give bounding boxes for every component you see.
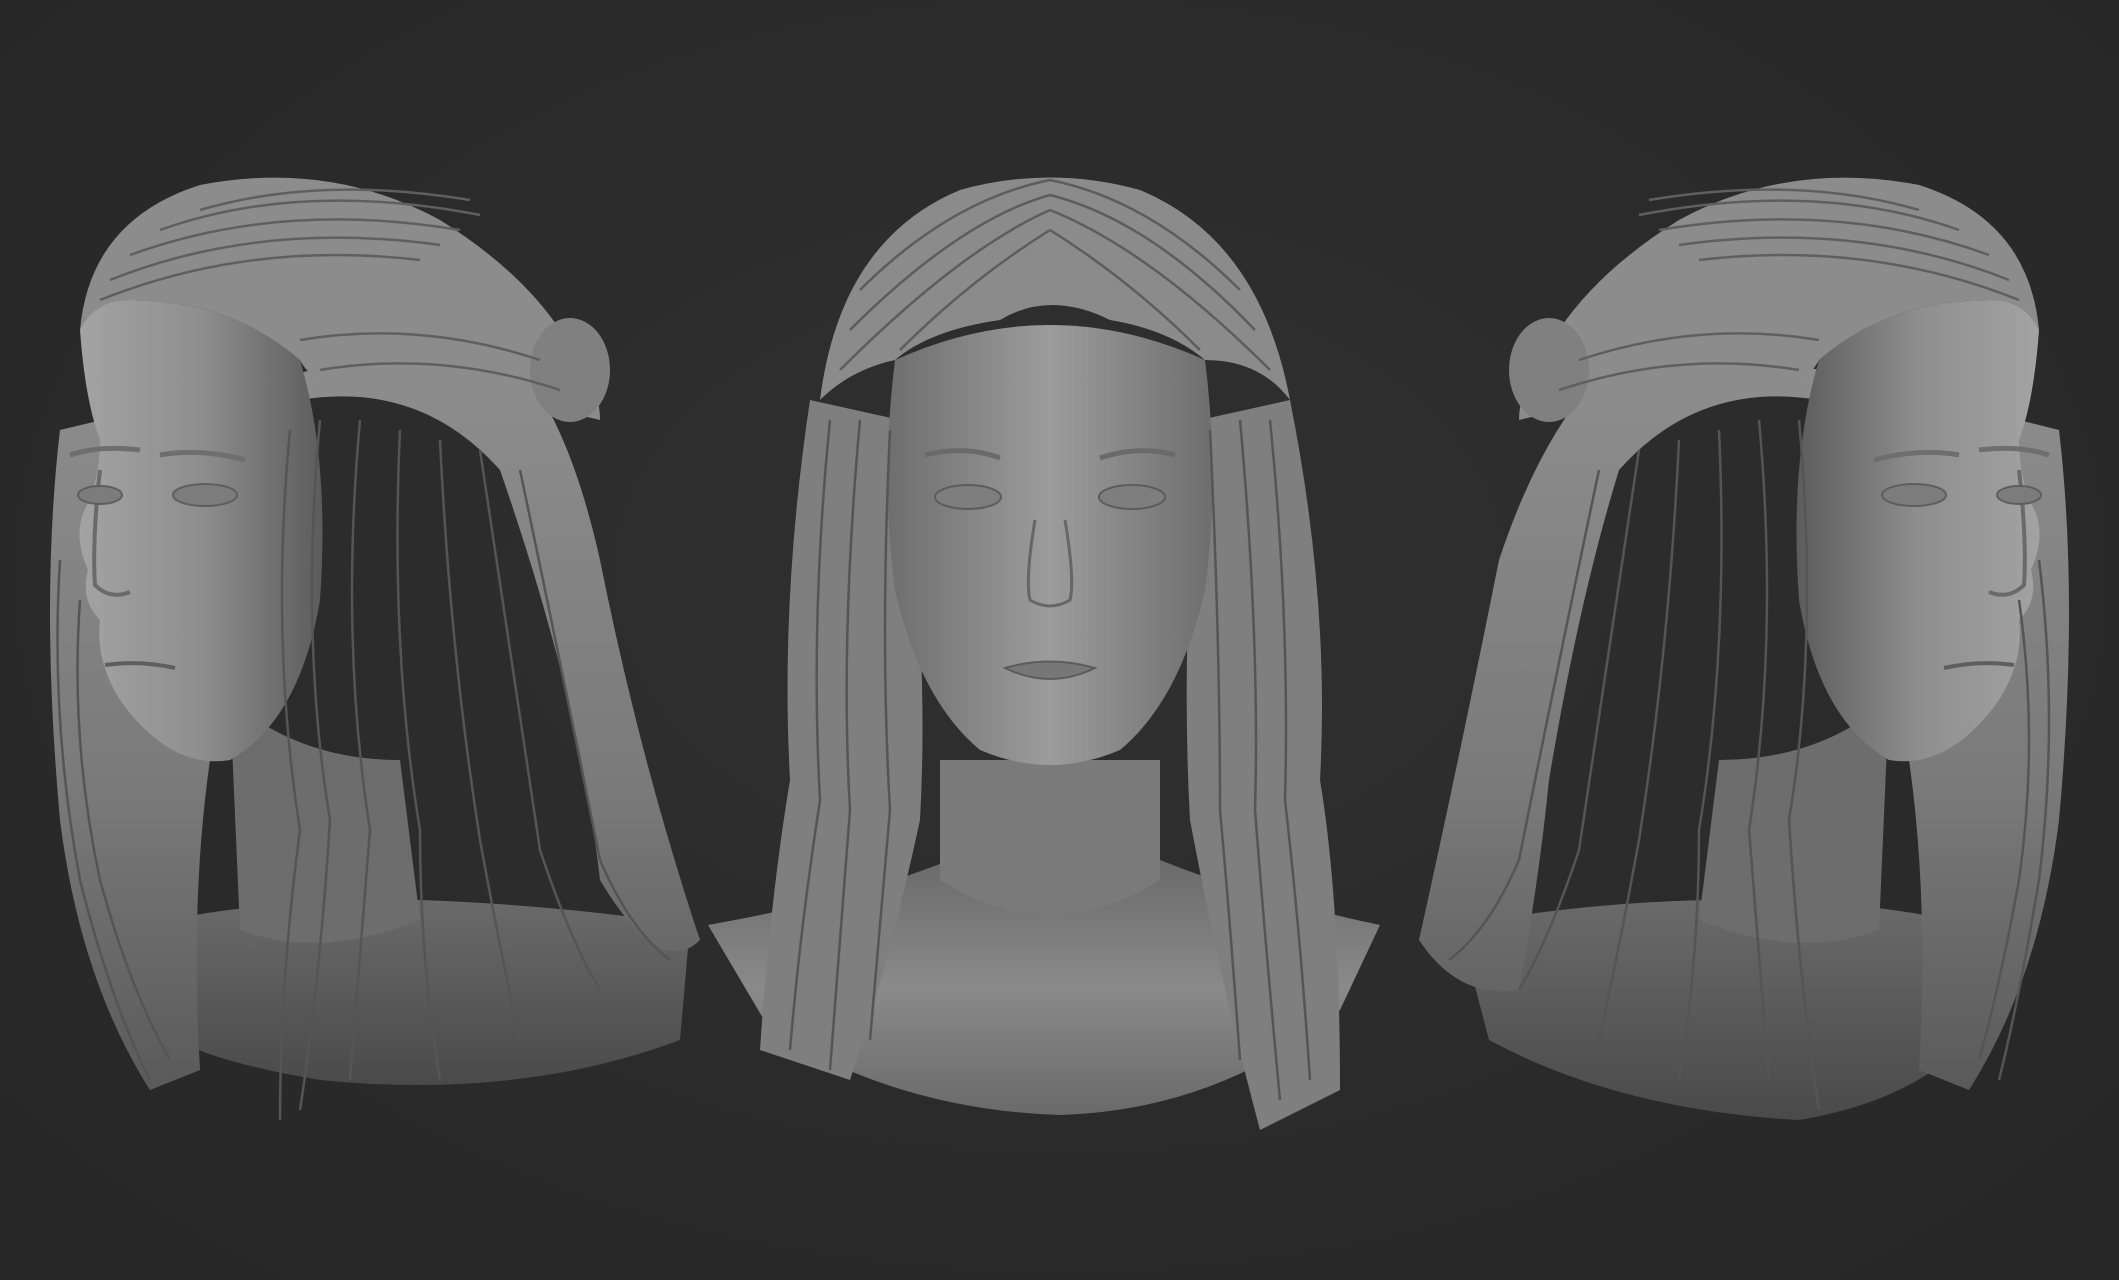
face-shape [887, 325, 1213, 765]
hair-bun [1509, 318, 1589, 422]
eye-right [1098, 484, 1166, 510]
bust-shape [160, 900, 690, 1085]
sculpt-view-front [700, 0, 1420, 1280]
eye-right [172, 483, 238, 507]
face-shape [1796, 300, 2040, 762]
eye-right [1996, 485, 2042, 505]
sculpt-view-three-quarter-right [1399, 0, 2119, 1280]
eye-left [934, 484, 1002, 510]
eye-left [1881, 483, 1947, 507]
render-canvas [0, 0, 2119, 1280]
bust-shape [1459, 900, 1979, 1120]
hair-bun [530, 318, 610, 422]
neck-shape [940, 760, 1160, 915]
eye-left [77, 485, 123, 505]
sculpt-view-three-quarter-left [0, 0, 720, 1280]
